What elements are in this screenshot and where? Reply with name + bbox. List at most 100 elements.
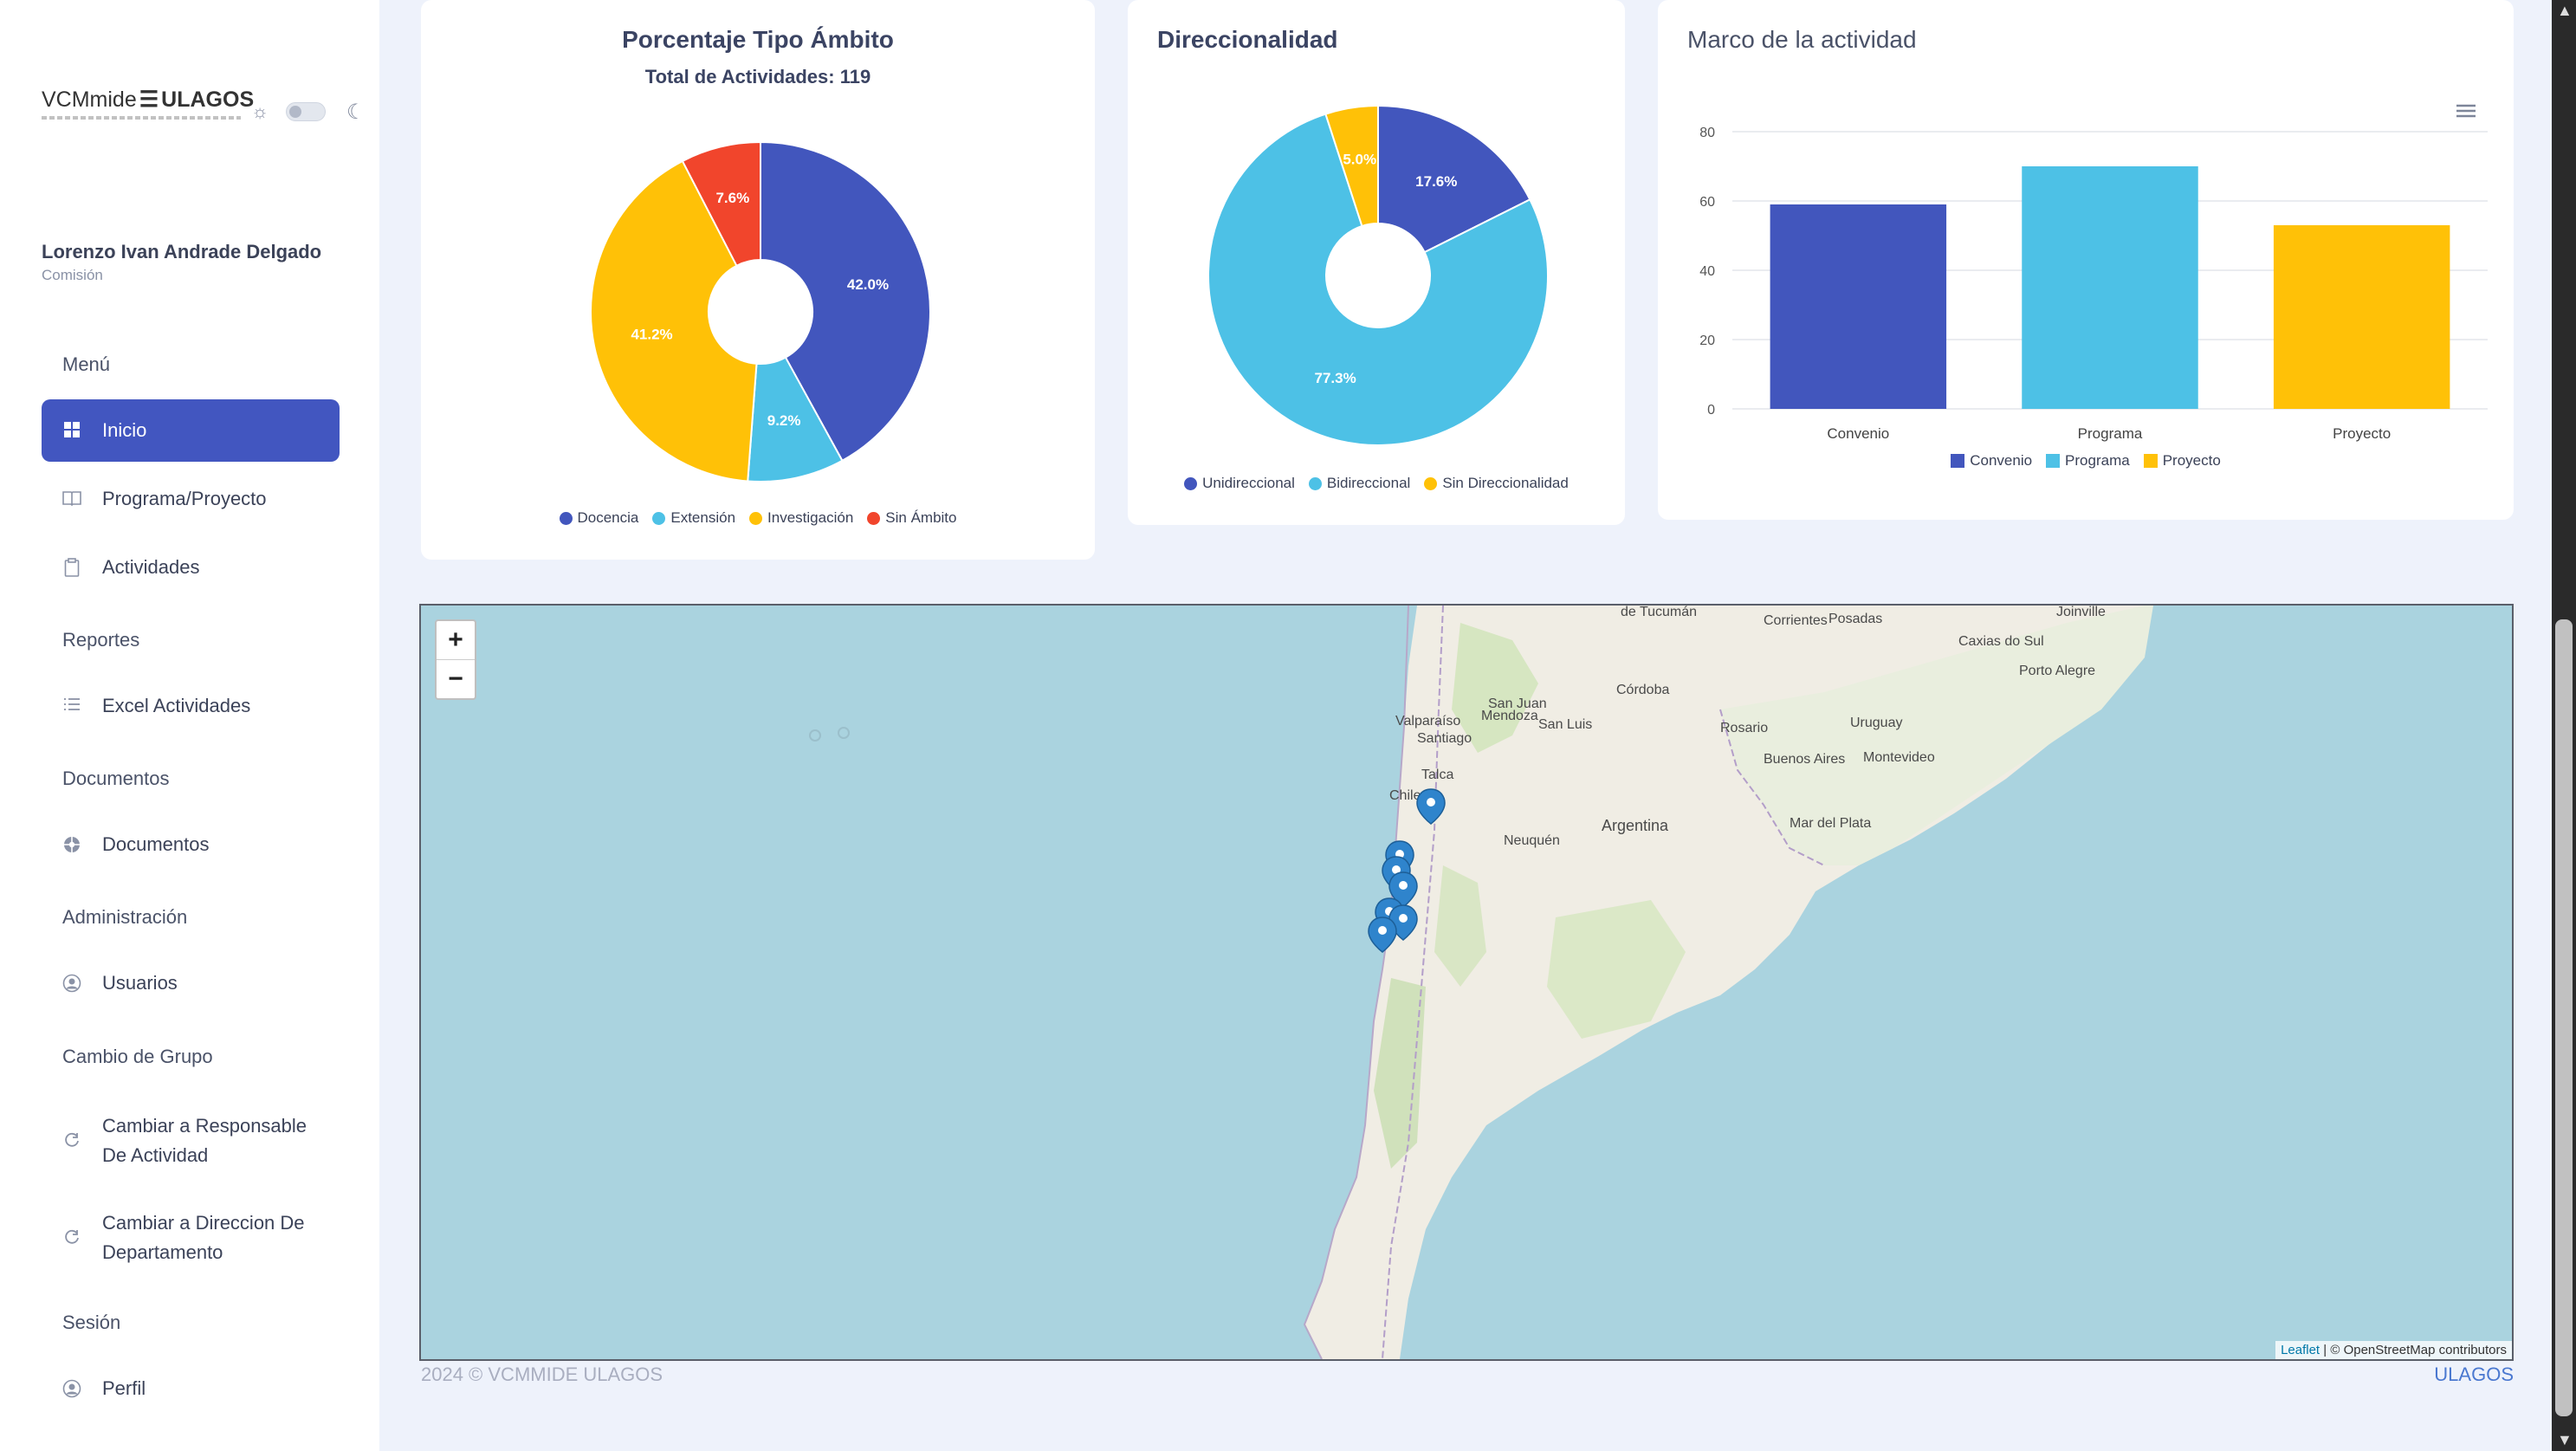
card-direccionalidad: Direccionalidad 17.6% 77.3% 5.0% Unidirecc… [1128, 0, 1625, 525]
sun-icon[interactable]: ☼ [251, 102, 270, 121]
scroll-thumb[interactable] [2555, 619, 2573, 1416]
page-scrollbar[interactable]: ▲ ▼ [2552, 0, 2576, 1451]
leaflet-link[interactable]: Leaflet [2281, 1343, 2320, 1357]
bar-convenio[interactable] [1770, 204, 1947, 409]
bar-programa[interactable] [2022, 166, 2198, 409]
y-tick-label: 80 [1699, 126, 1715, 140]
legend-item[interactable]: Programa [2046, 452, 2130, 470]
refresh-icon [62, 1131, 81, 1150]
y-tick-label: 0 [1707, 403, 1715, 418]
y-tick-label: 40 [1699, 264, 1715, 279]
data-label: 9.2% [767, 412, 801, 429]
chart-legend: Convenio Programa Proyecto [1658, 452, 2514, 470]
grid-icon [62, 421, 81, 440]
section-title-menu: Menú [62, 353, 111, 375]
sidebar-item-excel-actividades[interactable]: Excel Actividades [42, 675, 340, 737]
map-attribution: Leaflet | © OpenStreetMap contributors [2275, 1341, 2512, 1359]
data-label: 77.3% [1314, 370, 1356, 386]
sidebar-item-perfil[interactable]: Perfil [42, 1357, 340, 1420]
x-tick-label: Proyecto [2333, 425, 2391, 442]
chart-legend: Unidireccional Bidireccional Sin Direccion… [1128, 475, 1625, 492]
legend-item[interactable]: Bidireccional [1308, 475, 1410, 492]
legend-label: Sin Ámbito [885, 509, 957, 526]
x-tick-label: Convenio [1827, 425, 1889, 442]
legend-item[interactable]: Convenio [1951, 452, 2032, 470]
legend-label: Proyecto [2162, 452, 2221, 469]
sidebar-item-cambiar-responsable[interactable]: Cambiar a Responsable De Actividad [42, 1107, 340, 1175]
section-title-cambio-de-grupo: Cambio de Grupo [62, 1046, 213, 1067]
sidebar-item-label: Excel Actividades [102, 695, 251, 716]
zoom-out-button[interactable]: − [437, 660, 475, 698]
legend-label: Extensión [670, 509, 736, 526]
zoom-in-button[interactable]: + [437, 621, 475, 660]
data-label: 5.0% [1343, 152, 1376, 168]
sidebar-item-documentos[interactable]: Documentos [42, 813, 340, 876]
chart-title: Marco de la actividad [1687, 26, 1917, 53]
legend-item[interactable]: Docencia [559, 509, 639, 527]
legend-item[interactable]: Extensión [652, 509, 735, 527]
map-markers [1368, 788, 1446, 953]
legend-marker [1184, 476, 1198, 490]
theme-toggle[interactable] [286, 102, 326, 121]
y-tick-label: 60 [1699, 195, 1715, 210]
refresh-icon [62, 1228, 81, 1247]
legend-marker [2046, 454, 2061, 468]
chart-subtitle: Total de Actividades: 119 [644, 66, 871, 87]
legend-item[interactable]: Sin Direccionalidad [1424, 475, 1569, 492]
data-label: 41.2% [631, 327, 672, 343]
legend-marker [749, 511, 763, 525]
legend-marker [2143, 454, 2158, 468]
legend-label: Investigación [767, 509, 854, 526]
sidebar-item-label: Cambiar a Direccion De Departamento [102, 1212, 305, 1263]
scroll-down-icon[interactable]: ▼ [2557, 1431, 2573, 1449]
section-title-documentos: Documentos [62, 768, 170, 789]
logo-text: VCMmide ☰ ULAGOS [42, 87, 255, 112]
bar-proyecto[interactable] [2273, 225, 2450, 409]
sidebar-item-label: Perfil [102, 1377, 146, 1399]
legend-label: Docencia [577, 509, 639, 526]
data-label: 42.0% [847, 276, 889, 293]
sidebar-item-label: Inicio [102, 419, 147, 441]
globe-icon [62, 835, 81, 854]
sidebar-item-label: Actividades [102, 556, 200, 578]
legend-marker [1424, 476, 1438, 490]
footer-copyright: 2024 © VCMMIDE ULAGOS [421, 1364, 663, 1385]
scroll-up-icon[interactable]: ▲ [2557, 2, 2573, 20]
data-label: 17.6% [1415, 173, 1457, 190]
toggle-knob [289, 106, 301, 118]
legend-item[interactable]: Sin Ámbito [867, 509, 956, 527]
sidebar-item-label: Usuarios [102, 972, 178, 994]
map-zoom-control: + − [435, 619, 476, 700]
card-marco-actividad: Marco de la actividad 0 20 40 60 80 Convenio P… [1658, 0, 2514, 520]
legend-marker [1308, 476, 1322, 490]
sidebar-item-usuarios[interactable]: Usuarios [42, 952, 340, 1014]
book-icon [62, 489, 81, 508]
footer-brand-link[interactable]: ULAGOS [2434, 1364, 2514, 1386]
osm-attribution: | © OpenStreetMap contributors [2323, 1343, 2507, 1357]
sidebar-item-actividades[interactable]: Actividades [42, 536, 340, 599]
y-tick-label: 20 [1699, 334, 1715, 348]
pie-chart-tipo-ambito: 42.0% 9.2% 41.2% 7.6% [590, 140, 931, 483]
section-title-reportes: Reportes [62, 629, 140, 651]
moon-icon[interactable]: ☾ [346, 102, 367, 123]
app-logo[interactable]: VCMmide ☰ ULAGOS [42, 87, 254, 126]
chart-title: Porcentaje Tipo Ámbito [622, 26, 894, 53]
sidebar-item-label: Programa/Proyecto [102, 488, 267, 509]
user-circle-icon [62, 974, 81, 993]
legend-item[interactable]: Unidireccional [1184, 475, 1295, 492]
legend-label: Programa [2065, 452, 2130, 469]
map-marker[interactable] [1416, 788, 1446, 825]
sidebar-item-inicio[interactable]: Inicio [42, 399, 340, 462]
section-title-sesion: Sesión [62, 1312, 121, 1333]
sidebar-item-cambiar-direccion[interactable]: Cambiar a Direccion De Departamento [42, 1204, 340, 1272]
legend-item[interactable]: Investigación [749, 509, 853, 527]
legend-marker [1951, 454, 1965, 468]
pie-chart-direccionalidad: 17.6% 77.3% 5.0% [1207, 104, 1549, 446]
legend-item[interactable]: Proyecto [2143, 452, 2221, 470]
legend-marker [867, 511, 881, 525]
map-view[interactable]: de Tucumán Corrientes Posadas Joinville … [419, 604, 2514, 1361]
sidebar-item-programa-proyecto[interactable]: Programa/Proyecto [42, 468, 340, 530]
map-marker[interactable] [1368, 917, 1397, 953]
bar-chart-marco-actividad: 0 20 40 60 80 Convenio Programa Proyecto [1699, 126, 2488, 442]
legend-label: Sin Direccionalidad [1442, 475, 1569, 491]
